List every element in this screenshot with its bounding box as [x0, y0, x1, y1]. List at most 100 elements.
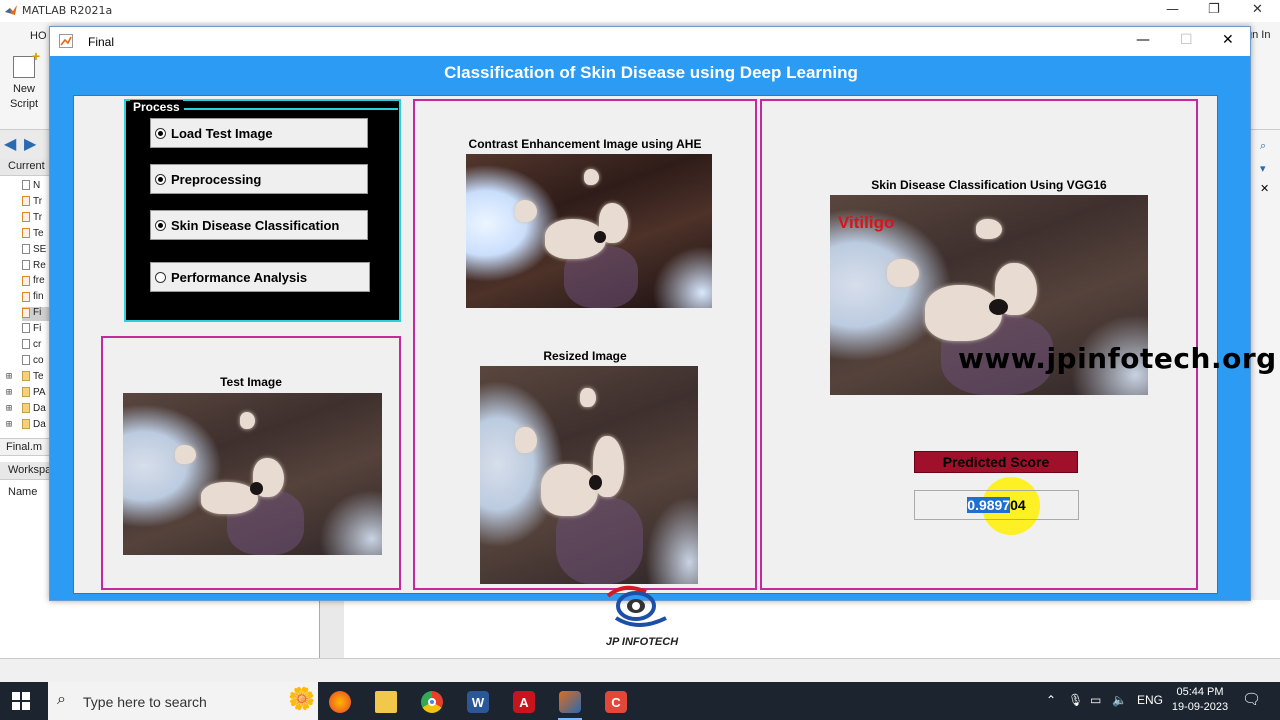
chrome-icon[interactable]	[414, 687, 450, 717]
figure-minimize-button[interactable]: —	[1136, 32, 1150, 48]
forward-arrow-icon[interactable]: ▶	[24, 134, 36, 154]
process-border-line	[184, 108, 398, 110]
search-placeholder: Type here to search	[83, 694, 207, 710]
expand-icon[interactable]: ⊞	[6, 419, 12, 430]
close-icon[interactable]: ✕	[1260, 182, 1269, 195]
chevron-up-icon[interactable]: ⌃	[1046, 693, 1056, 707]
command-window-area[interactable]	[320, 600, 1280, 658]
file-name: fre	[33, 275, 45, 287]
radio-performance-analysis[interactable]: Performance Analysis	[150, 262, 370, 292]
language-indicator[interactable]: ENG	[1137, 693, 1163, 707]
acrobat-icon[interactable]: A	[506, 687, 542, 717]
file-name: Da	[33, 418, 46, 430]
file-name: SE	[33, 243, 47, 255]
predicted-score-selected: 0.9897	[967, 497, 1011, 513]
file-name: Fi	[33, 307, 42, 319]
new-script-label-2: Script	[9, 98, 39, 110]
final-figure-window: Final — ☐ ✕ Classification of Skin Disea…	[49, 26, 1251, 601]
file-list-item[interactable]: fre	[22, 275, 50, 289]
file-list-item[interactable]: Re	[22, 260, 50, 274]
file-icon	[22, 196, 30, 207]
expand-icon[interactable]: ⊞	[6, 403, 12, 414]
radio-load-test-image[interactable]: Load Test Image	[150, 118, 368, 148]
matlab-icon[interactable]	[552, 687, 588, 720]
predicted-score-field[interactable]: 0.989704	[914, 490, 1079, 520]
radio-unselected-icon	[155, 271, 166, 283]
file-list-item[interactable]: Te	[22, 371, 50, 385]
expand-icon[interactable]: ⊞	[6, 371, 12, 382]
notification-icon[interactable]: 🗨	[1242, 690, 1261, 708]
workspace-title: Workspa	[0, 462, 50, 480]
matlab-minimize-button[interactable]: —	[1166, 2, 1179, 17]
search-icon: ⌕	[57, 691, 66, 708]
command-window-gutter	[320, 600, 344, 658]
taskbar-search-box[interactable]: ⌕ Type here to search 🌼	[48, 682, 318, 720]
test-image-title: Test Image	[220, 375, 282, 389]
file-list-item[interactable]: Da	[22, 403, 50, 417]
network-icon[interactable]: ▭	[1090, 693, 1101, 707]
file-icon	[22, 307, 30, 318]
radio-label: Load Test Image	[171, 125, 273, 141]
file-icon	[22, 259, 30, 270]
predicted-score-label: Predicted Score	[914, 451, 1078, 473]
file-list-item[interactable]: Te	[22, 228, 50, 242]
file-icon	[22, 275, 30, 286]
back-arrow-icon[interactable]: ◀	[4, 134, 16, 154]
new-script-button[interactable]: New Script	[6, 49, 42, 112]
file-list-item[interactable]: N	[22, 180, 50, 194]
volume-icon[interactable]: 🔈	[1112, 693, 1127, 707]
tab-home[interactable]: HO	[30, 30, 47, 42]
matlab-titlebar: MATLAB R2021a — ❐ ✕	[0, 0, 1280, 22]
matlab-close-button[interactable]: ✕	[1252, 2, 1263, 17]
file-list-item[interactable]: SE	[22, 244, 50, 258]
file-list-item[interactable]: Tr	[22, 212, 50, 226]
jp-infotech-logo: JP INFOTECH	[594, 584, 690, 654]
taskbar: ⌕ Type here to search 🌼 W A C ⌃ 🎙 ▭ 🔈 EN…	[0, 682, 1280, 720]
folder-navigation: ◀ ▶	[0, 130, 50, 158]
classification-title: Skin Disease Classification Using VGG16	[871, 178, 1107, 192]
figure-maximize-button[interactable]: ☐	[1180, 32, 1193, 48]
file-list-item[interactable]: fin	[22, 291, 50, 305]
file-list-item[interactable]: cr	[22, 339, 50, 353]
chevron-down-icon[interactable]: ▾	[1260, 162, 1266, 175]
radio-skin-disease-classification[interactable]: Skin Disease Classification	[150, 210, 368, 240]
firefox-icon[interactable]	[322, 687, 358, 717]
expand-icon[interactable]: ⊞	[6, 387, 12, 398]
figure-window-icon	[59, 34, 73, 48]
file-list-item[interactable]: Tr	[22, 196, 50, 210]
microphone-icon[interactable]: 🎙	[1068, 693, 1083, 707]
file-list-item[interactable]: PA	[22, 387, 50, 401]
file-explorer-icon[interactable]	[368, 687, 404, 717]
folder-icon	[22, 387, 30, 398]
search-icon[interactable]: ⌕	[1260, 140, 1266, 153]
file-list-item[interactable]: co	[22, 355, 50, 369]
file-icon	[22, 355, 30, 366]
file-name: co	[33, 354, 44, 366]
file-list-item[interactable]: Fi	[22, 307, 50, 322]
search-highlight-icon: 🌼	[288, 686, 316, 711]
file-icon	[22, 291, 30, 302]
file-name: Tr	[33, 211, 43, 223]
word-icon[interactable]: W	[460, 687, 496, 717]
radio-preprocessing[interactable]: Preprocessing	[150, 164, 368, 194]
file-list-item[interactable]: Da	[22, 419, 50, 433]
file-icon	[22, 180, 30, 191]
file-name: Tr	[33, 195, 43, 207]
taskbar-clock[interactable]: 05:44 PM 19-09-2023	[1168, 685, 1232, 715]
c-app-icon[interactable]: C	[598, 687, 634, 717]
file-name: Re	[33, 259, 46, 271]
radio-selected-icon	[155, 219, 166, 231]
resized-title: Resized Image	[543, 349, 627, 363]
file-list-item[interactable]: Fi	[22, 323, 50, 337]
preprocessing-panel: Contrast Enhancement Image using AHE Res…	[413, 99, 757, 590]
test-image	[123, 393, 382, 555]
watermark-text: www.jpinfotech.org	[958, 342, 1277, 375]
file-name: cr	[33, 339, 42, 350]
file-icon	[22, 228, 30, 239]
matlab-maximize-button[interactable]: ❐	[1208, 2, 1220, 17]
figure-close-button[interactable]: ✕	[1222, 32, 1234, 48]
contrast-title: Contrast Enhancement Image using AHE	[468, 137, 702, 151]
windows-start-button[interactable]	[12, 692, 30, 710]
jp-infotech-text: JP INFOTECH	[605, 636, 679, 648]
file-name: Te	[33, 227, 44, 239]
